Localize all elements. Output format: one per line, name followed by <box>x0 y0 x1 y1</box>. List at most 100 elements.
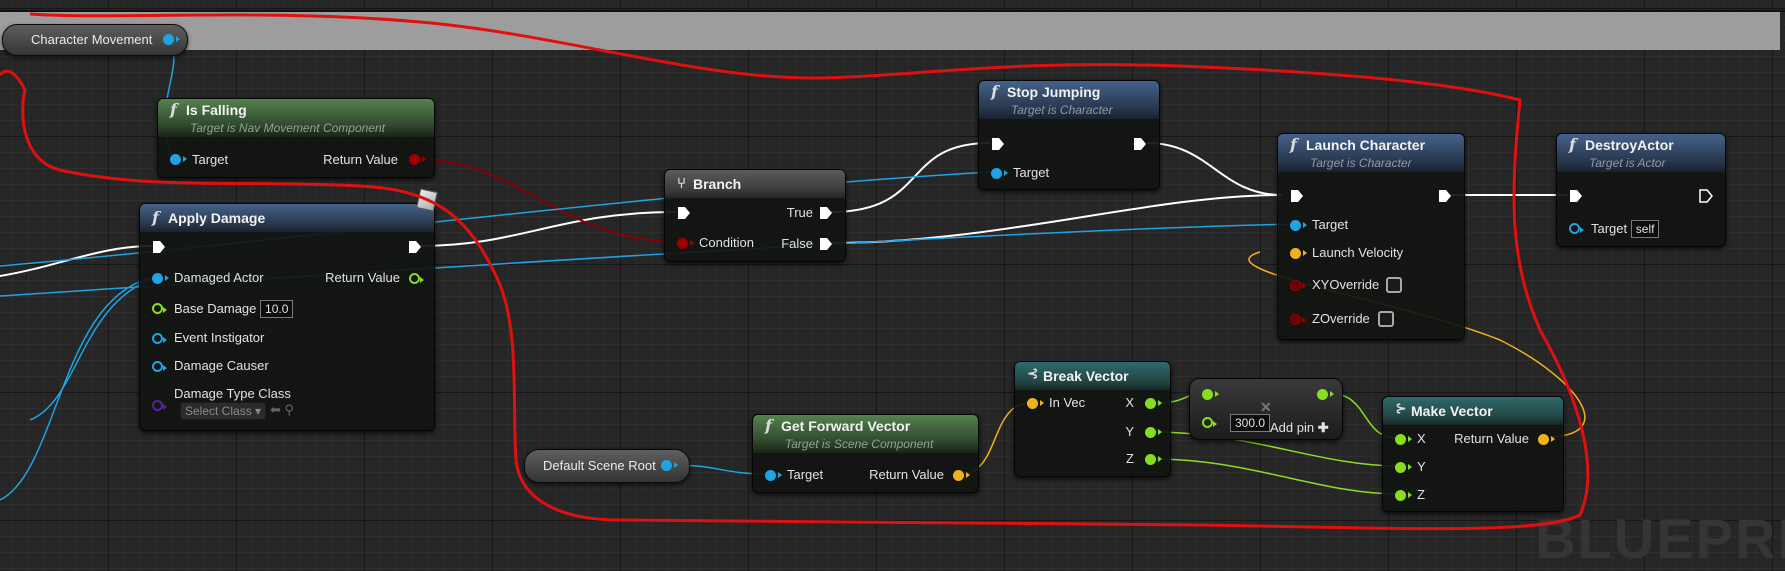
is-falling-target-pin[interactable] <box>170 154 187 165</box>
select-class-dropdown[interactable]: Select Class ▾ <box>180 402 267 420</box>
destroy-actor-target-label: Target <box>1591 221 1628 236</box>
break-vector-z-pin[interactable] <box>1145 454 1162 465</box>
branch-true-pin[interactable] <box>819 206 833 220</box>
wire-obj-3 <box>0 275 161 501</box>
branch-title: Branch <box>693 176 742 192</box>
xy-override-checkbox[interactable] <box>1386 277 1402 293</box>
multiply-value-row: 300.0 <box>1230 414 1271 432</box>
default-scene-root-output-pin[interactable] <box>661 460 678 471</box>
destroy-actor-exec-out-pin[interactable] <box>1699 189 1713 203</box>
function-icon: f <box>991 82 998 101</box>
stop-jumping-exec-out-pin[interactable] <box>1133 137 1147 151</box>
make-struct-icon: ⊱ <box>1395 401 1407 417</box>
destroy-actor-title: DestroyActor <box>1585 137 1674 153</box>
class-browse-icons[interactable]: ⬅ ⚲ <box>270 402 294 418</box>
damage-type-class-pin[interactable] <box>152 400 167 411</box>
make-vector-node[interactable]: ⊱ Make Vector X Return Value Y Z <box>1382 396 1564 512</box>
character-movement-node[interactable]: Character Movement <box>2 24 188 56</box>
is-falling-return-label: Return Value <box>323 152 398 167</box>
wire-exec-false-launch <box>829 194 1283 244</box>
break-vector-in-vec-pin[interactable] <box>1027 398 1044 409</box>
branch-false-pin[interactable] <box>819 237 833 251</box>
make-vector-z-label: Z <box>1417 487 1425 502</box>
apply-damage-return-pin[interactable] <box>409 273 424 284</box>
damage-causer-pin[interactable] <box>152 361 167 372</box>
get-forward-vector-target-pin[interactable] <box>765 470 782 481</box>
break-vector-y-pin[interactable] <box>1145 427 1162 438</box>
make-vector-title: Make Vector <box>1411 403 1493 419</box>
branch-condition-pin[interactable] <box>677 238 694 249</box>
branch-false-label: False <box>781 236 813 251</box>
launch-character-exec-out-pin[interactable] <box>1438 189 1452 203</box>
stop-jumping-exec-in-pin[interactable] <box>991 137 1005 151</box>
wire-exec-in <box>0 245 153 277</box>
z-override-checkbox[interactable] <box>1378 311 1394 327</box>
apply-damage-exec-in-pin[interactable] <box>152 240 166 254</box>
add-pin-button[interactable]: Add pin ✚ <box>1270 420 1329 436</box>
multiply-operator-icon: ✕ <box>1260 399 1272 415</box>
launch-character-target-label: Target <box>1312 217 1349 232</box>
make-vector-x-pin[interactable] <box>1395 434 1412 445</box>
break-vector-x-pin[interactable] <box>1145 398 1162 409</box>
stop-jumping-target-pin[interactable] <box>991 168 1008 179</box>
apply-damage-exec-out-pin[interactable] <box>408 240 422 254</box>
launch-character-node[interactable]: f Launch Character Target is Character T… <box>1277 133 1465 340</box>
launch-velocity-pin[interactable] <box>1290 248 1307 259</box>
function-icon: f <box>765 416 772 435</box>
character-movement-output-pin[interactable] <box>163 34 180 45</box>
destroy-actor-exec-in-pin[interactable] <box>1569 189 1583 203</box>
branch-node[interactable]: ⑂ Branch True Condition False <box>664 169 846 262</box>
stop-jumping-node[interactable]: f Stop Jumping Target is Character Targe… <box>978 80 1160 190</box>
stop-jumping-subtitle: Target is Character <box>1011 103 1113 117</box>
branch-icon: ⑂ <box>677 174 687 192</box>
destroy-actor-target-row: Target self <box>1591 220 1660 238</box>
break-vector-node[interactable]: ⊰ Break Vector In Vec X Y Z <box>1014 361 1171 477</box>
destroy-actor-node[interactable]: f DestroyActor Target is Actor Target se… <box>1556 133 1726 247</box>
damage-type-class-label: Damage Type Class <box>174 386 291 401</box>
is-falling-subtitle: Target is Nav Movement Component <box>190 121 385 135</box>
xy-override-pin[interactable] <box>1290 280 1306 291</box>
branch-condition-label: Condition <box>699 235 754 250</box>
get-forward-vector-return-pin[interactable] <box>953 470 970 481</box>
branch-exec-in-pin[interactable] <box>677 206 691 220</box>
get-forward-vector-node[interactable]: f Get Forward Vector Target is Scene Com… <box>752 414 979 493</box>
destroy-actor-target-pin[interactable] <box>1569 223 1584 234</box>
is-falling-title: Is Falling <box>186 102 247 118</box>
break-struct-icon: ⊰ <box>1027 366 1039 382</box>
default-scene-root-label: Default Scene Root <box>543 458 656 473</box>
launch-character-exec-in-pin[interactable] <box>1290 189 1304 203</box>
is-falling-node[interactable]: f Is Falling Target is Nav Movement Comp… <box>157 98 435 178</box>
damaged-actor-pin[interactable] <box>152 273 169 284</box>
get-forward-vector-return-label: Return Value <box>869 467 944 482</box>
damage-causer-label: Damage Causer <box>174 358 269 373</box>
function-icon: f <box>170 100 177 119</box>
xy-override-label: XYOverride <box>1312 277 1380 292</box>
self-value-box[interactable]: self <box>1630 220 1660 238</box>
multiply-output-pin[interactable] <box>1317 389 1334 400</box>
multiply-node[interactable]: 300.0 ✕ Add pin ✚ <box>1189 378 1343 440</box>
make-vector-z-pin[interactable] <box>1395 490 1412 501</box>
apply-damage-node[interactable]: f Apply Damage Damaged Actor Return Valu… <box>139 203 435 431</box>
default-scene-root-node[interactable]: Default Scene Root <box>524 449 690 483</box>
wire-exec-applydamage-branch <box>419 211 677 247</box>
event-instigator-pin[interactable] <box>152 333 167 344</box>
z-override-pin[interactable] <box>1290 314 1306 325</box>
make-vector-x-label: X <box>1417 431 1426 446</box>
base-damage-input[interactable]: 10.0 <box>260 300 294 318</box>
base-damage-label: Base Damage 10.0 <box>174 300 294 318</box>
stop-jumping-title: Stop Jumping <box>1007 84 1101 100</box>
break-vector-title: Break Vector <box>1043 368 1129 384</box>
is-falling-return-pin[interactable] <box>409 154 426 165</box>
get-forward-vector-title: Get Forward Vector <box>781 418 911 434</box>
launch-character-target-pin[interactable] <box>1290 220 1307 231</box>
make-vector-y-pin[interactable] <box>1395 462 1412 473</box>
make-vector-return-pin[interactable] <box>1538 434 1555 445</box>
multiply-input-a-pin[interactable] <box>1202 389 1219 400</box>
event-instigator-label: Event Instigator <box>174 330 265 345</box>
multiply-input-b-pin[interactable] <box>1202 417 1217 428</box>
branch-true-label: True <box>786 205 813 220</box>
base-damage-pin[interactable] <box>152 303 167 314</box>
multiply-value-input[interactable]: 300.0 <box>1230 414 1271 432</box>
function-icon: f <box>152 208 159 227</box>
break-vector-in-vec-label: In Vec <box>1049 395 1086 410</box>
